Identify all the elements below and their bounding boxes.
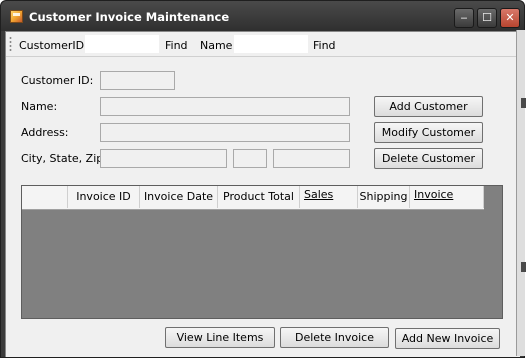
name-field[interactable] [100, 97, 350, 116]
toolbar-name-input[interactable] [234, 35, 308, 53]
minimize-icon[interactable]: ‒ [454, 8, 474, 28]
delete-customer-button[interactable]: Delete Customer [374, 148, 483, 169]
search-toolbar: CustomerID: Find Name Find [6, 32, 519, 57]
column-header-shipping[interactable]: Shipping [358, 186, 410, 208]
column-header-sales[interactable]: Sales [300, 186, 358, 208]
app-icon [10, 10, 23, 23]
window-title: Customer Invoice Maintenance [29, 10, 230, 24]
maximize-icon[interactable]: ☐ [477, 8, 497, 28]
column-header-invoice-id[interactable]: Invoice ID [68, 186, 140, 208]
add-new-invoice-button[interactable]: Add New Invoice [395, 328, 500, 349]
background-window-marker [521, 98, 526, 108]
background-window-edge [516, 30, 525, 356]
modify-customer-button[interactable]: Modify Customer [374, 122, 483, 143]
customer-id-field[interactable] [100, 71, 175, 90]
delete-invoice-button[interactable]: Delete Invoice [280, 327, 389, 348]
add-customer-button[interactable]: Add Customer [374, 96, 483, 117]
view-line-items-button[interactable]: View Line Items [165, 327, 275, 348]
toolbar-grip-icon[interactable] [9, 36, 12, 52]
close-icon[interactable]: ✕ [500, 8, 520, 28]
client-area: CustomerID: Find Name Find Customer ID: … [5, 31, 520, 357]
title-bar[interactable]: Customer Invoice Maintenance ‒ ☐ ✕ [1, 1, 524, 31]
column-header-invoice[interactable]: Invoice [410, 186, 484, 208]
address-label: Address: [21, 126, 69, 139]
row-header-corner[interactable] [22, 186, 68, 208]
city-state-zip-label: City, State, Zip: [21, 152, 107, 165]
address-field[interactable] [100, 123, 350, 142]
background-window-marker [521, 262, 526, 272]
city-field[interactable] [100, 149, 227, 168]
toolbar-customerid-input[interactable] [85, 35, 159, 53]
invoice-grid[interactable]: Invoice ID Invoice Date Product Total Sa… [21, 185, 503, 319]
toolbar-name-label: Name [200, 39, 233, 52]
zip-field[interactable] [273, 149, 350, 168]
state-field[interactable] [233, 149, 267, 168]
name-label: Name: [21, 100, 58, 113]
toolbar-find-customerid-button[interactable]: Find [165, 39, 188, 52]
column-header-invoice-date[interactable]: Invoice Date [140, 186, 218, 208]
app-window: Customer Invoice Maintenance ‒ ☐ ✕ Custo… [0, 0, 525, 358]
toolbar-find-name-button[interactable]: Find [313, 39, 336, 52]
column-header-product-total[interactable]: Product Total [218, 186, 300, 208]
invoice-grid-header: Invoice ID Invoice Date Product Total Sa… [22, 186, 484, 210]
customer-id-label: Customer ID: [21, 74, 94, 87]
toolbar-customerid-label: CustomerID: [19, 39, 88, 52]
